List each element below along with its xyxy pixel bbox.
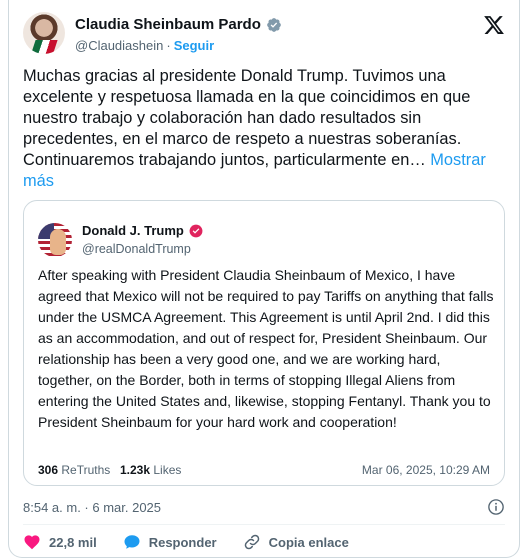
link-icon bbox=[244, 534, 259, 550]
info-icon[interactable] bbox=[487, 498, 505, 516]
likes-stat[interactable]: 1.23k Likes bbox=[120, 463, 181, 477]
retruths-stat[interactable]: 306 ReTruths bbox=[38, 463, 110, 477]
retruths-label: ReTruths bbox=[61, 463, 111, 477]
verified-badge-icon bbox=[267, 17, 281, 32]
divider bbox=[23, 524, 505, 525]
copy-link-button[interactable]: Copia enlace bbox=[243, 533, 349, 551]
quote-body: After speaking with President Claudia Sh… bbox=[38, 267, 494, 430]
quote-date: Mar 06, 2025, 10:29 AM bbox=[361, 463, 490, 477]
separator-dot: · bbox=[166, 38, 171, 53]
like-count: 22,8 mil bbox=[49, 534, 97, 550]
post-body: Muchas gracias al presidente Donald Trum… bbox=[23, 67, 471, 169]
reply-label: Responder bbox=[148, 534, 217, 550]
quote-footer: 306 ReTruths 1.23k Likes Mar 06, 2025, 1… bbox=[38, 463, 490, 479]
retruths-count: 306 bbox=[38, 463, 59, 477]
verified-badge-icon bbox=[189, 224, 203, 237]
reply-bubble-icon bbox=[124, 535, 140, 549]
author-avatar[interactable] bbox=[23, 12, 65, 54]
reply-button[interactable]: Responder bbox=[123, 533, 217, 551]
post-timestamp[interactable]: 8:54 a. m. · 6 mar. 2025 bbox=[23, 500, 161, 515]
author-name-row: Claudia Sheinbaum Pardo bbox=[75, 16, 282, 33]
quote-author-avatar[interactable] bbox=[38, 223, 72, 257]
author-handle[interactable]: @Claudiashein bbox=[75, 38, 163, 53]
action-bar: 22,8 mil Responder Copia enlace bbox=[23, 532, 375, 552]
author-name[interactable]: Claudia Sheinbaum Pardo bbox=[75, 16, 261, 33]
quoted-post[interactable]: Donald J. Trump @realDonaldTrump After s… bbox=[23, 200, 505, 486]
quote-likes-count: 1.23k bbox=[120, 463, 151, 477]
heart-icon bbox=[24, 535, 40, 550]
quote-likes-label: Likes bbox=[153, 463, 182, 477]
copy-link-label: Copia enlace bbox=[268, 534, 349, 550]
post-card: Claudia Sheinbaum Pardo @Claudiashein · … bbox=[8, 0, 520, 558]
x-logo-icon[interactable] bbox=[483, 14, 505, 36]
follow-button[interactable]: Seguir bbox=[174, 38, 214, 53]
like-button[interactable]: 22,8 mil bbox=[23, 533, 97, 551]
quote-author-handle[interactable]: @realDonaldTrump bbox=[82, 242, 191, 256]
quote-author-name[interactable]: Donald J. Trump bbox=[82, 223, 184, 238]
author-handle-row: @Claudiashein · Seguir bbox=[75, 38, 214, 53]
post-header: Claudia Sheinbaum Pardo @Claudiashein · … bbox=[23, 12, 505, 58]
quote-name-row: Donald J. Trump bbox=[82, 223, 203, 238]
post-text: Muchas gracias al presidente Donald Trum… bbox=[23, 66, 509, 192]
